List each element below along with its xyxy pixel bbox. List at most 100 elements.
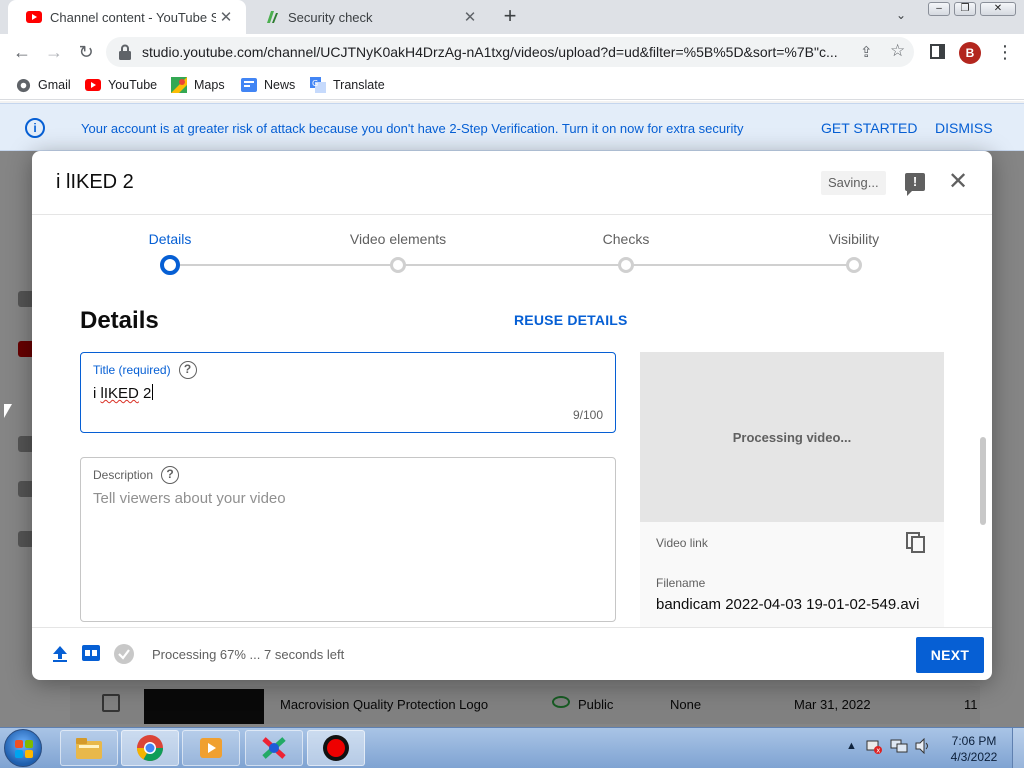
step-dot-visibility[interactable] xyxy=(846,257,862,273)
bookmark-youtube[interactable]: YouTube xyxy=(85,77,157,93)
security-check-icon xyxy=(264,9,280,25)
reload-icon[interactable]: ↻ xyxy=(74,40,98,64)
tab-search-icon[interactable]: ⌄ xyxy=(896,8,906,22)
start-button[interactable] xyxy=(4,729,42,767)
hd-processing-icon[interactable] xyxy=(82,645,100,666)
back-icon[interactable]: ← xyxy=(10,40,34,64)
system-clock[interactable]: 7:06 PM 4/3/2022 xyxy=(946,733,1002,765)
step-dot-checks[interactable] xyxy=(618,257,634,273)
info-icon: i xyxy=(25,118,45,138)
windows-logo-icon xyxy=(15,740,33,758)
dialog-scrollbar[interactable] xyxy=(980,437,986,525)
text-caret xyxy=(152,384,154,400)
bookmark-maps[interactable]: Maps xyxy=(171,77,225,93)
reuse-details-button[interactable]: REUSE DETAILS xyxy=(514,312,628,328)
close-tab-icon[interactable]: ✕ xyxy=(216,8,236,26)
stepper-line xyxy=(170,264,854,266)
video-link-label: Video link xyxy=(656,536,708,550)
filename-value: bandicam 2022-04-03 19-01-02-549.avi xyxy=(656,596,920,613)
close-tab-icon[interactable]: ✕ xyxy=(460,8,480,26)
upload-stepper: Details Video elements Checks Visibility xyxy=(32,215,992,287)
forward-icon[interactable]: → xyxy=(42,40,66,64)
processing-video-text: Processing video... xyxy=(732,430,852,445)
show-desktop-button[interactable] xyxy=(1012,728,1024,768)
help-icon[interactable]: ? xyxy=(178,361,197,379)
step-video-elements[interactable]: Video elements xyxy=(350,231,446,247)
description-placeholder: Tell viewers about your video xyxy=(93,490,286,507)
translate-icon: G xyxy=(310,77,326,93)
processing-status: Processing 67% ... 7 seconds left xyxy=(152,647,345,662)
network-warning-icon[interactable]: x xyxy=(866,738,882,757)
banner-message: Your account is at greater risk of attac… xyxy=(81,121,744,136)
feedback-icon[interactable]: ! xyxy=(905,173,925,196)
saving-status: Saving... xyxy=(821,171,886,195)
title-char-count: 9/100 xyxy=(572,408,603,422)
close-dialog-icon[interactable]: ✕ xyxy=(945,169,971,195)
svg-text:G: G xyxy=(312,79,318,88)
address-bar[interactable]: studio.youtube.com/channel/UCJTNyK0akH4D… xyxy=(106,37,914,67)
checks-complete-icon[interactable] xyxy=(114,644,134,669)
tab-strip: Channel content - YouTube Studio ✕ Secur… xyxy=(0,0,1024,34)
windows-taskbar: ▲ x 7:06 PM 4/3/2022 xyxy=(0,727,1024,768)
screen-recorder-icon[interactable] xyxy=(307,730,365,766)
tab-channel-content[interactable]: Channel content - YouTube Studio ✕ xyxy=(8,0,246,34)
paint-app-icon[interactable] xyxy=(245,730,303,766)
show-hidden-icons[interactable]: ▲ xyxy=(846,740,857,752)
bookmark-translate[interactable]: G Translate xyxy=(310,77,385,93)
title-value[interactable]: i lIKED 2 xyxy=(93,384,154,402)
description-input[interactable]: Description ? Tell viewers about your vi… xyxy=(80,457,616,622)
description-label: Description ? xyxy=(93,466,180,484)
dialog-header: i lIKED 2 Saving... ! ✕ xyxy=(32,151,992,215)
mouse-cursor xyxy=(4,404,12,418)
dialog-footer: Processing 67% ... 7 seconds left NEXT xyxy=(32,627,992,680)
filename-label: Filename xyxy=(656,576,706,590)
new-tab-button[interactable]: + xyxy=(498,4,522,28)
upload-icon[interactable] xyxy=(52,645,68,668)
minimize-button[interactable]: – xyxy=(928,2,950,16)
dialog-title: i lIKED 2 xyxy=(56,171,134,193)
chrome-icon[interactable] xyxy=(121,730,179,766)
step-checks[interactable]: Checks xyxy=(603,231,650,247)
youtube-studio-icon xyxy=(26,9,42,25)
video-preview-panel: Processing video... Video link Filename … xyxy=(640,352,944,627)
clock-time: 7:06 PM xyxy=(951,734,997,748)
bookmark-news[interactable]: News xyxy=(241,77,295,93)
title-label: Title (required) ? xyxy=(93,361,197,379)
side-panel-icon[interactable] xyxy=(930,44,945,59)
tab-security-check[interactable]: Security check ✕ xyxy=(246,0,490,34)
step-dot-video-elements[interactable] xyxy=(390,257,406,273)
details-heading: Details xyxy=(80,307,159,334)
dismiss-button[interactable]: DISMISS xyxy=(935,120,993,136)
security-banner: i Your account is at greater risk of att… xyxy=(0,103,1024,151)
get-started-button[interactable]: GET STARTED xyxy=(821,120,917,136)
step-details[interactable]: Details xyxy=(149,231,192,247)
share-icon[interactable]: ⇪ xyxy=(860,43,873,61)
svg-text:x: x xyxy=(876,747,880,755)
profile-avatar[interactable]: B xyxy=(959,42,981,64)
network-icon[interactable] xyxy=(890,738,908,757)
media-player-icon[interactable] xyxy=(182,730,240,766)
youtube-icon xyxy=(85,77,101,93)
title-input[interactable]: Title (required) ? i lIKED 2 9/100 xyxy=(80,352,616,433)
lock-icon[interactable] xyxy=(118,44,132,60)
url-text: studio.youtube.com/channel/UCJTNyK0akH4D… xyxy=(142,44,838,60)
volume-icon[interactable] xyxy=(914,737,932,757)
next-button[interactable]: NEXT xyxy=(916,637,984,673)
dialog-body: Details REUSE DETAILS Title (required) ?… xyxy=(32,287,992,627)
file-explorer-icon[interactable] xyxy=(60,730,118,766)
tab-title: Channel content - YouTube Studio xyxy=(50,9,216,25)
browser-menu-icon[interactable]: ⋮ xyxy=(996,42,1014,62)
help-icon[interactable]: ? xyxy=(161,466,180,484)
gmail-icon xyxy=(15,77,31,93)
news-icon xyxy=(241,77,257,93)
upload-dialog: i lIKED 2 Saving... ! ✕ Details Video el… xyxy=(32,151,992,680)
step-dot-details[interactable] xyxy=(160,255,180,275)
restore-button[interactable]: ❐ xyxy=(954,2,976,16)
bookmark-star-icon[interactable]: ☆ xyxy=(890,41,905,61)
copy-icon[interactable] xyxy=(906,532,926,554)
bookmark-gmail[interactable]: Gmail xyxy=(15,77,71,93)
tab-title: Security check xyxy=(288,9,373,25)
bookmarks-bar: Gmail YouTube Maps News G Translate xyxy=(0,70,1024,100)
close-window-button[interactable]: ✕ xyxy=(980,2,1016,16)
step-visibility[interactable]: Visibility xyxy=(829,231,879,247)
